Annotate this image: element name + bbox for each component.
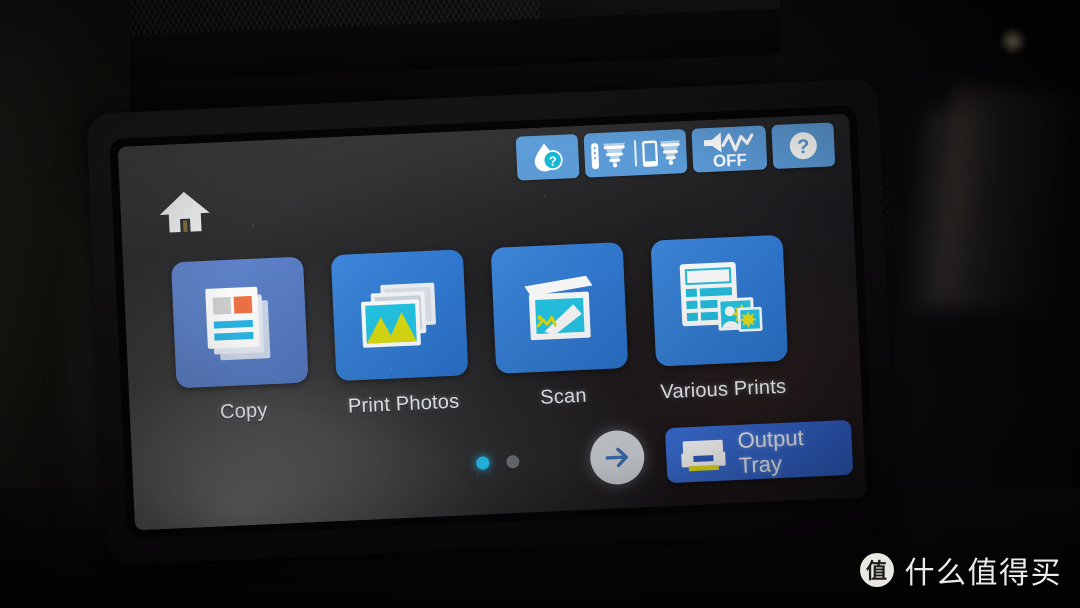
lcd-touchscreen[interactable]: ? OFF ? Copy Print Photos Scan Various P…	[117, 113, 867, 531]
tile-item-copy[interactable]: Copy	[170, 256, 310, 427]
calendar-photos-icon	[679, 262, 763, 332]
tile-button-various-prints[interactable]	[650, 234, 789, 367]
wireless-direct-icon[interactable]	[635, 129, 687, 175]
background-specular-highlight	[1000, 28, 1026, 54]
printer-control-panel: ? OFF ? Copy Print Photos Scan Various P…	[86, 78, 898, 566]
pagination-dots	[476, 454, 520, 470]
svg-text:?: ?	[797, 136, 810, 159]
copy-document-icon	[205, 286, 271, 361]
tile-item-print-photos[interactable]: Print Photos	[330, 249, 470, 419]
home-icon[interactable]	[156, 187, 214, 237]
tile-label-copy: Copy	[219, 399, 269, 424]
status-bar: ? OFF ?	[515, 122, 836, 181]
tile-label-scan: Scan	[539, 384, 588, 409]
next-page-button[interactable]	[589, 429, 646, 486]
photograph-of-printer-panel: ? OFF ? Copy Print Photos Scan Various P…	[0, 0, 1080, 608]
status-button-help[interactable]: ?	[771, 122, 836, 170]
watermark-text: 什么值得买	[904, 556, 1062, 591]
tile-button-copy[interactable]	[170, 256, 309, 389]
ink-drop-question-icon: ?	[534, 143, 563, 172]
tile-button-print-photos[interactable]	[330, 249, 469, 382]
output-tray-text: Output Tray	[737, 424, 805, 477]
quiet-mode-value: OFF	[713, 150, 748, 169]
arrow-right-icon	[605, 447, 628, 468]
tile-item-various-prints[interactable]: Various Prints	[650, 234, 789, 405]
status-button-quiet-mode[interactable]: OFF	[691, 125, 768, 173]
status-button-network[interactable]	[583, 129, 688, 178]
help-question-icon: ?	[789, 132, 817, 160]
output-tray-line1: Output	[737, 424, 805, 453]
tile-label-print-photos: Print Photos	[347, 390, 460, 418]
photo-stack-icon	[361, 282, 436, 348]
output-tray-line2: Tray	[738, 450, 783, 478]
watermark: 值 什么值得买	[859, 548, 1063, 592]
app-tile-row: Copy Print Photos Scan Various Prints	[170, 234, 790, 427]
pagination-dot-active[interactable]	[476, 456, 490, 470]
watermark-logo: 值	[859, 553, 894, 587]
tile-label-various-prints: Various Prints	[659, 375, 787, 404]
quiet-mode-icon: OFF	[703, 132, 754, 169]
output-tray-button[interactable]: Output Tray	[664, 419, 854, 484]
svg-text:?: ?	[548, 153, 557, 168]
status-button-ink-status[interactable]: ?	[515, 133, 580, 181]
pagination-dot-inactive[interactable]	[506, 454, 520, 469]
wireless-lan-icon[interactable]	[584, 131, 636, 177]
tile-button-scan[interactable]	[490, 241, 629, 374]
printer-tray-icon	[681, 439, 726, 471]
tile-item-scan[interactable]: Scan	[490, 241, 630, 412]
flatbed-scanner-icon	[524, 275, 593, 341]
